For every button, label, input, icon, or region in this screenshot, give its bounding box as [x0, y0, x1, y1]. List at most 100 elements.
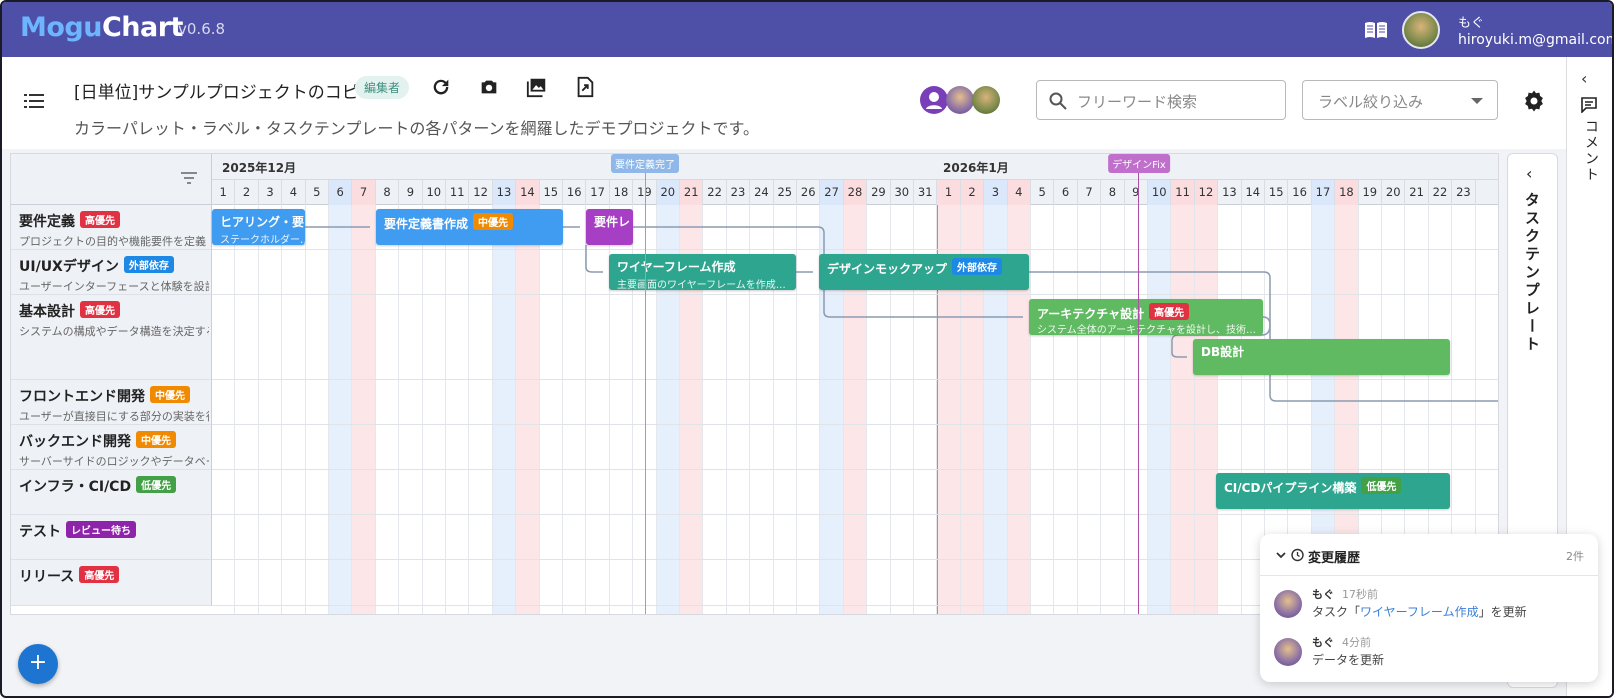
day-cell: 8	[376, 180, 400, 205]
day-cell: 3	[984, 180, 1008, 205]
day-cell: 3	[259, 180, 283, 205]
search-placeholder: フリーワード検索	[1077, 93, 1198, 111]
task-bar[interactable]: CI/CDパイプライン構築 低優先	[1216, 473, 1450, 509]
day-cell: 10	[423, 180, 446, 205]
camera-icon[interactable]	[478, 76, 500, 98]
day-cell: 6	[1054, 180, 1078, 205]
category-name: 基本設計 高優先	[19, 301, 120, 321]
category-label[interactable]: バックエンド開発 中優先 サーバーサイドのロジックやデータベース	[11, 425, 212, 470]
day-cell: 14	[516, 180, 540, 205]
day-cell: 29	[867, 180, 891, 205]
day-cell: 21	[680, 180, 704, 205]
member-avatar-1[interactable]	[920, 86, 948, 114]
history-time: 17秒前	[1342, 588, 1378, 601]
task-bar[interactable]: 要件定義書作成 中優先	[376, 209, 563, 245]
task-bar[interactable]: アーキテクチャ設計 高優先 システム全体のアーキテクチャを設計し、技術…	[1029, 299, 1263, 335]
change-history-count: 2件	[1566, 550, 1584, 563]
filter-icon[interactable]	[181, 172, 197, 184]
task-bar[interactable]: デザインモックアップ 外部依存	[819, 254, 1029, 290]
day-cell: 9	[1125, 180, 1148, 205]
add-task-button[interactable]: +	[18, 644, 58, 684]
category-label[interactable]: リリース 高優先	[11, 560, 212, 606]
category-label[interactable]: フロントエンド開発 中優先 ユーザーが直接目にする部分の実装を行う	[11, 380, 212, 425]
day-cell: 12	[1194, 180, 1219, 205]
priority-tag: 中優先	[150, 386, 190, 403]
category-label[interactable]: 基本設計 高優先 システムの構成やデータ構造を決定する	[11, 295, 212, 380]
task-title: ヒアリング・要	[220, 215, 305, 229]
app-header: MoguChart v0.6.8 もぐ hiroyuki.m@gmail.com	[2, 2, 1612, 57]
task-bar[interactable]: ヒアリング・要 ステークホルダー…	[212, 209, 305, 245]
day-cell: 21	[1405, 180, 1429, 205]
day-cell: 2	[235, 180, 259, 205]
user-email: hiroyuki.m@gmail.com	[1458, 32, 1614, 48]
task-subtitle: システム全体のアーキテクチャを設計し、技術…	[1037, 325, 1256, 335]
milestone-design-fix[interactable]: デザインFix	[1108, 154, 1170, 614]
category-label[interactable]: テスト レビュー待ち	[11, 515, 212, 560]
day-cell: 1	[212, 180, 236, 205]
comment-icon	[1581, 97, 1597, 113]
task-bar[interactable]: ワイヤーフレーム作成 主要画面のワイヤーフレームを作成…	[609, 254, 796, 290]
change-history-title: 変更履歴	[1308, 551, 1361, 566]
priority-tag: 高優先	[80, 301, 120, 318]
settings-gear-icon[interactable]	[1522, 89, 1546, 113]
day-cell: 26	[797, 180, 821, 205]
day-cell: 31	[914, 180, 938, 205]
task-template-label: タスクテンプレート	[1523, 192, 1541, 354]
history-entry[interactable]: もぐ 17秒前 タスク「ワイヤーフレーム作成」を更新	[1260, 584, 1598, 632]
app-logo[interactable]: MoguChart	[20, 12, 183, 43]
history-message: データを更新	[1312, 653, 1385, 667]
day-cell: 10	[1148, 180, 1172, 205]
task-title: 要件定義書作成 中優先	[384, 213, 514, 232]
milestone-label: 要件定義完了	[611, 154, 679, 173]
export-file-icon[interactable]	[574, 76, 596, 98]
day-cell: 30	[891, 180, 914, 205]
day-cell: 19	[1359, 180, 1382, 205]
task-link[interactable]: ワイヤーフレーム作成	[1360, 605, 1479, 619]
task-title: CI/CDパイプライン構築 低優先	[1224, 477, 1402, 496]
member-avatar-3[interactable]	[972, 86, 1000, 114]
project-title: [日単位]サンプルプロジェクトのコピー	[74, 83, 376, 103]
day-cell: 17	[1311, 180, 1336, 205]
history-entry[interactable]: もぐ 4分前 データを更新	[1260, 632, 1598, 680]
priority-tag: 高優先	[79, 566, 120, 583]
day-cell: 27	[820, 180, 844, 205]
refresh-icon[interactable]	[430, 76, 452, 98]
task-title: 要件レ	[594, 215, 631, 229]
search-input[interactable]: フリーワード検索	[1036, 80, 1286, 120]
category-label[interactable]: インフラ・CI/CD 低優先	[11, 470, 212, 515]
member-avatar-2[interactable]	[946, 86, 974, 114]
priority-tag: 高優先	[80, 211, 120, 228]
task-title: デザインモックアップ 外部依存	[827, 258, 1003, 277]
milestone-requirements-done[interactable]: 要件定義完了	[611, 154, 679, 614]
expand-chevron-icon[interactable]: ‹	[1526, 164, 1532, 183]
day-cell: 11	[1171, 180, 1195, 205]
avatar	[1274, 638, 1302, 666]
task-bar[interactable]: DB設計	[1193, 339, 1450, 375]
priority-tag: レビュー待ち	[66, 521, 136, 538]
day-cell: 20	[1382, 180, 1406, 205]
day-cell: 12	[469, 180, 493, 205]
image-gallery-icon[interactable]	[526, 76, 548, 98]
menu-icon[interactable]	[24, 93, 44, 109]
day-cell: 5	[306, 180, 329, 205]
category-label[interactable]: 要件定義 高優先 プロジェクトの目的や機能要件を定義	[11, 205, 212, 250]
collapse-chevron-icon[interactable]: ‹	[1581, 69, 1587, 88]
category-description: サーバーサイドのロジックやデータベース	[19, 455, 209, 468]
day-cell: 23	[727, 180, 751, 205]
task-bar[interactable]: 要件レ	[586, 209, 633, 245]
day-cell: 6	[329, 180, 353, 205]
day-cell: 2	[960, 180, 985, 205]
label-filter-select[interactable]: ラベル絞り込み	[1302, 80, 1498, 120]
app-window: MoguChart v0.6.8 もぐ hiroyuki.m@gmail.com…	[0, 0, 1614, 698]
change-history-header[interactable]: 変更履歴 2件	[1260, 534, 1598, 576]
category-name: テスト レビュー待ち	[19, 521, 136, 541]
day-cell: 13	[1218, 180, 1242, 205]
day-cell: 14	[1242, 180, 1265, 205]
chevron-down-icon[interactable]	[1274, 548, 1288, 562]
comment-panel-label: コメント	[1583, 119, 1599, 183]
manual-book-icon[interactable]	[1364, 21, 1388, 39]
category-label[interactable]: UI/UXデザイン 外部依存 ユーザーインターフェースと体験を設計	[11, 250, 212, 295]
dropdown-caret-icon	[1471, 98, 1483, 104]
user-avatar[interactable]	[1402, 11, 1440, 49]
day-cell: 1	[937, 180, 961, 205]
